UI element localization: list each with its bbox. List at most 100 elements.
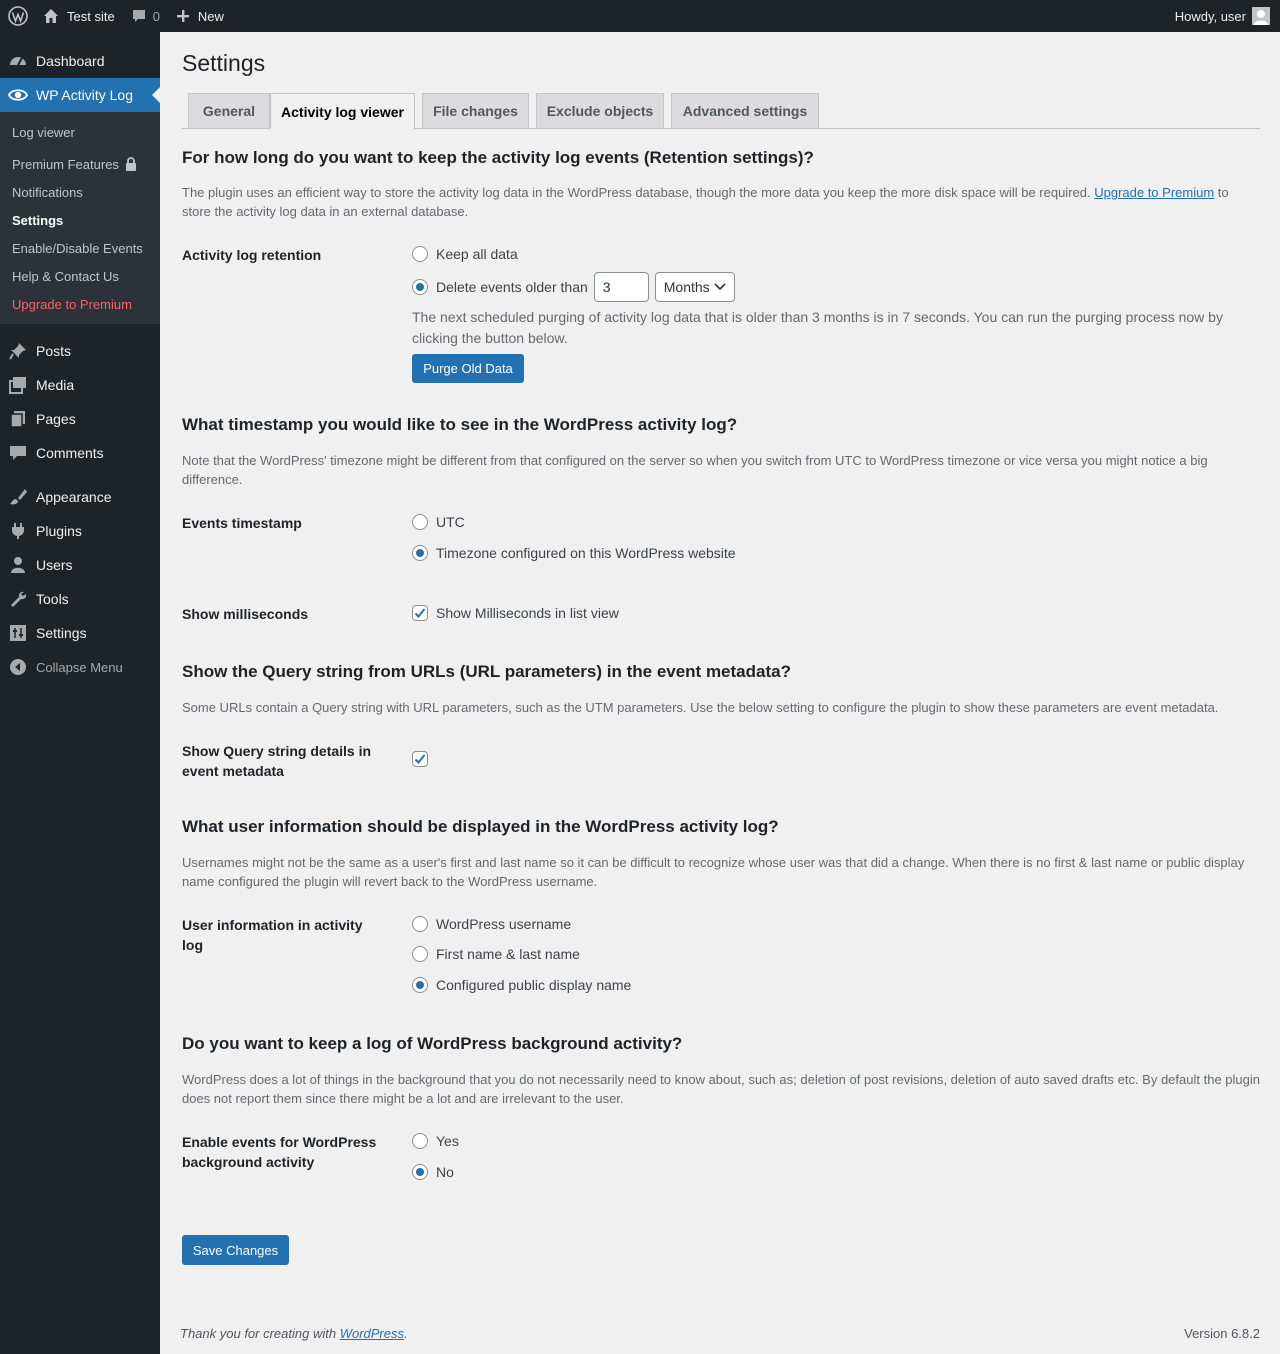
- select-value: Months: [663, 279, 710, 295]
- menu-settings[interactable]: Settings: [0, 616, 160, 650]
- new-content-link[interactable]: New: [168, 0, 232, 32]
- option-label: Keep all data: [436, 246, 518, 262]
- radio-no[interactable]: [412, 1164, 428, 1180]
- checkbox-query-string[interactable]: [412, 751, 428, 767]
- retention-unit-select[interactable]: Months: [654, 272, 735, 302]
- collapse-menu-button[interactable]: Collapse Menu: [0, 650, 160, 684]
- option-wp-timezone[interactable]: Timezone configured on this WordPress we…: [412, 545, 736, 561]
- site-name: Test site: [67, 8, 115, 24]
- dashboard-icon: [8, 51, 28, 71]
- menu-plugins[interactable]: Plugins: [0, 514, 160, 548]
- admin-sidebar: Dashboard WP Activity Log Log viewer Pre…: [0, 32, 160, 1354]
- option-display-name[interactable]: Configured public display name: [412, 977, 631, 993]
- user-icon: [8, 555, 28, 575]
- menu-wp-activity-log[interactable]: WP Activity Log: [0, 78, 160, 112]
- option-delete-older[interactable]: Delete events older than 3 Months: [412, 272, 735, 302]
- menu-posts[interactable]: Posts: [0, 334, 160, 368]
- submenu-settings[interactable]: Settings: [0, 206, 160, 234]
- comment-icon: [8, 443, 28, 463]
- tab-advanced-settings[interactable]: Advanced settings: [671, 93, 819, 129]
- radio-display-name[interactable]: [412, 977, 428, 993]
- query-heading: Show the Query string from URLs (URL par…: [182, 662, 791, 681]
- menu-comments[interactable]: Comments: [0, 436, 160, 470]
- purge-note: The next scheduled purging of activity l…: [412, 309, 1223, 346]
- option-utc[interactable]: UTC: [412, 514, 465, 530]
- option-label: WordPress username: [436, 916, 572, 932]
- plug-icon: [8, 521, 28, 541]
- retention-number-input[interactable]: 3: [593, 272, 649, 302]
- main-content: Settings General Activity log viewer Fil…: [160, 32, 1280, 1354]
- option-label: Configured public display name: [436, 977, 632, 993]
- tab-general[interactable]: General: [188, 93, 270, 129]
- my-account-link[interactable]: Howdy, user: [1167, 0, 1280, 32]
- footer-thanks: Thank you for creating with WordPress.: [180, 1326, 408, 1341]
- tab-file-changes[interactable]: File changes: [422, 93, 529, 129]
- tab-activity-log-viewer[interactable]: Activity log viewer: [270, 93, 415, 130]
- submenu-log-viewer[interactable]: Log viewer: [0, 118, 160, 146]
- option-yes[interactable]: Yes: [412, 1133, 459, 1149]
- comments-link[interactable]: 0: [123, 0, 168, 32]
- radio-keep-all[interactable]: [412, 246, 428, 262]
- option-label: No: [436, 1164, 454, 1180]
- menu-label: Comments: [36, 445, 104, 461]
- background-description: WordPress does a lot of things in the ba…: [182, 1072, 1260, 1106]
- userinfo-description: Usernames might not be the same as a use…: [182, 855, 1245, 889]
- save-changes-button[interactable]: Save Changes: [182, 1235, 289, 1265]
- avatar: [1252, 7, 1270, 25]
- wordpress-logo-icon[interactable]: [0, 0, 35, 32]
- comments-count: 0: [152, 8, 160, 24]
- howdy-text: Howdy, user: [1174, 8, 1246, 24]
- menu-dashboard[interactable]: Dashboard: [0, 44, 160, 78]
- footer-text: Thank you for creating with: [180, 1326, 340, 1341]
- settings-sliders-icon: [8, 623, 28, 643]
- checkbox-milliseconds[interactable]: [412, 605, 428, 621]
- new-label: New: [197, 8, 224, 24]
- menu-pages[interactable]: Pages: [0, 402, 160, 436]
- menu-media[interactable]: Media: [0, 368, 160, 402]
- submenu-notifications[interactable]: Notifications: [0, 178, 160, 206]
- plugin-submenu: Log viewer Premium Features Notification…: [0, 112, 160, 324]
- menu-label: Posts: [36, 343, 72, 359]
- option-keep-all-data[interactable]: Keep all data: [412, 246, 518, 262]
- wordpress-link[interactable]: WordPress: [340, 1326, 404, 1341]
- option-label: First name & last name: [436, 946, 580, 962]
- option-label: Yes: [436, 1133, 459, 1149]
- chevron-down-icon: [714, 283, 726, 291]
- option-wp-username[interactable]: WordPress username: [412, 916, 571, 932]
- radio-wp-timezone[interactable]: [412, 545, 428, 561]
- submenu-upgrade[interactable]: Upgrade to Premium: [0, 290, 160, 318]
- option-no[interactable]: No: [412, 1164, 454, 1180]
- radio-wp-username[interactable]: [412, 916, 428, 932]
- menu-label: Dashboard: [36, 53, 105, 69]
- radio-yes[interactable]: [412, 1133, 428, 1149]
- option-first-last-name[interactable]: First name & last name: [412, 946, 580, 962]
- wrench-icon: [8, 589, 28, 609]
- timestamp-heading: What timestamp you would like to see in …: [182, 415, 738, 434]
- eye-icon: [8, 85, 28, 105]
- site-name-link[interactable]: Test site: [35, 0, 123, 32]
- radio-first-last-name[interactable]: [412, 946, 428, 962]
- submenu-enable-disable-events[interactable]: Enable/Disable Events: [0, 234, 160, 262]
- submenu-label: Premium Features: [12, 156, 119, 172]
- option-query-string[interactable]: [412, 751, 436, 767]
- upgrade-link[interactable]: Upgrade to Premium: [1094, 185, 1214, 200]
- purge-old-data-button[interactable]: Purge Old Data: [412, 354, 524, 383]
- query-label: Show Query string details in event metad…: [182, 743, 372, 779]
- collapse-icon: [8, 657, 28, 677]
- tab-exclude-objects[interactable]: Exclude objects: [536, 93, 664, 129]
- pages-icon: [8, 409, 28, 429]
- radio-utc[interactable]: [412, 514, 428, 530]
- option-label: Delete events older than: [436, 279, 588, 295]
- userinfo-heading: What user information should be displaye…: [182, 817, 779, 836]
- submenu-help-contact[interactable]: Help & Contact Us: [0, 262, 160, 290]
- option-show-milliseconds[interactable]: Show Milliseconds in list view: [412, 605, 619, 621]
- menu-tools[interactable]: Tools: [0, 582, 160, 616]
- option-label: Timezone configured on this WordPress we…: [436, 545, 736, 561]
- menu-label: Settings: [36, 625, 87, 641]
- menu-label: Users: [36, 557, 73, 573]
- pin-icon: [8, 341, 28, 361]
- submenu-premium-features[interactable]: Premium Features: [0, 150, 160, 178]
- menu-users[interactable]: Users: [0, 548, 160, 582]
- radio-delete-older[interactable]: [412, 279, 428, 295]
- menu-appearance[interactable]: Appearance: [0, 480, 160, 514]
